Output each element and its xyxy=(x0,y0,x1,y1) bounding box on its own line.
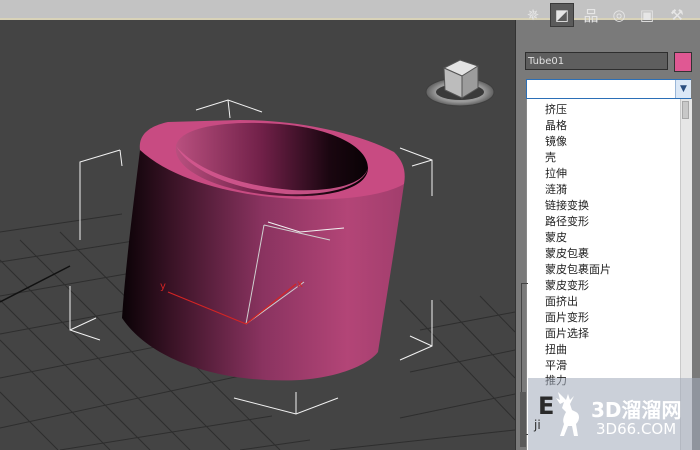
modifier-item[interactable]: 平滑 xyxy=(545,359,567,373)
modifier-item[interactable]: 涟漪 xyxy=(545,183,567,197)
object-name-field[interactable]: Tube01 xyxy=(525,52,668,70)
modifier-item[interactable]: 路径变形 xyxy=(545,215,589,229)
modifier-item[interactable]: 链接变换 xyxy=(545,199,589,213)
modifier-item[interactable]: 蒙皮包裹面片 xyxy=(545,263,611,277)
chevron-down-icon[interactable]: ▼ xyxy=(675,80,691,98)
utilities-tab[interactable]: ⚒ xyxy=(666,4,688,26)
display-tab[interactable]: ▣ xyxy=(636,4,658,26)
modifier-item[interactable]: 扭曲 xyxy=(545,343,567,357)
modifier-list-scroll-thumb[interactable] xyxy=(682,101,689,119)
watermark-title: 3D溜溜网 xyxy=(591,398,682,422)
hierarchy-tab-icon: 品 xyxy=(583,6,599,25)
tube-object xyxy=(122,120,405,381)
deer-logo-icon xyxy=(556,392,579,436)
modifier-item[interactable]: 面片变形 xyxy=(545,311,589,325)
modifier-item[interactable]: 蒙皮包裹 xyxy=(545,247,589,261)
watermark: E ji 3D溜溜网 3D66.COM xyxy=(528,378,700,450)
axis-x-label: x xyxy=(297,279,303,290)
create-tab-icon: ✵ xyxy=(526,6,540,24)
motion-tab[interactable]: ◎ xyxy=(608,4,630,26)
modifier-item[interactable]: 面片选择 xyxy=(545,327,589,341)
watermark-url: 3D66.COM xyxy=(596,420,677,438)
modifier-item[interactable]: 面挤出 xyxy=(545,295,578,309)
modifier-item[interactable]: 拉伸 xyxy=(545,167,567,181)
modifier-list-combo[interactable] xyxy=(526,79,691,99)
modify-tab-icon: ◩ xyxy=(554,6,570,24)
display-tab-icon: ▣ xyxy=(639,6,655,24)
axis-y-label: y xyxy=(160,281,166,292)
modifier-item[interactable]: 晶格 xyxy=(545,119,567,133)
utilities-tab-icon: ⚒ xyxy=(670,6,684,24)
partial-text-small: ji xyxy=(534,418,541,432)
modifier-item[interactable]: 蒙皮 xyxy=(545,231,567,245)
viewcube-icon[interactable] xyxy=(422,48,498,112)
modifier-item[interactable]: 蒙皮变形 xyxy=(545,279,589,293)
hierarchy-tab[interactable]: 品 xyxy=(580,4,602,26)
create-tab[interactable]: ✵ xyxy=(522,4,544,26)
object-color-swatch[interactable] xyxy=(674,52,692,72)
modifier-item[interactable]: 镜像 xyxy=(545,135,567,149)
grid-axis-line xyxy=(0,265,71,303)
modify-tab[interactable]: ◩ xyxy=(550,3,574,27)
modifier-item[interactable]: 挤压 xyxy=(545,103,567,117)
panel-rollout-strip xyxy=(520,392,526,447)
motion-tab-icon: ◎ xyxy=(612,6,626,24)
modifier-item[interactable]: 壳 xyxy=(545,151,556,165)
